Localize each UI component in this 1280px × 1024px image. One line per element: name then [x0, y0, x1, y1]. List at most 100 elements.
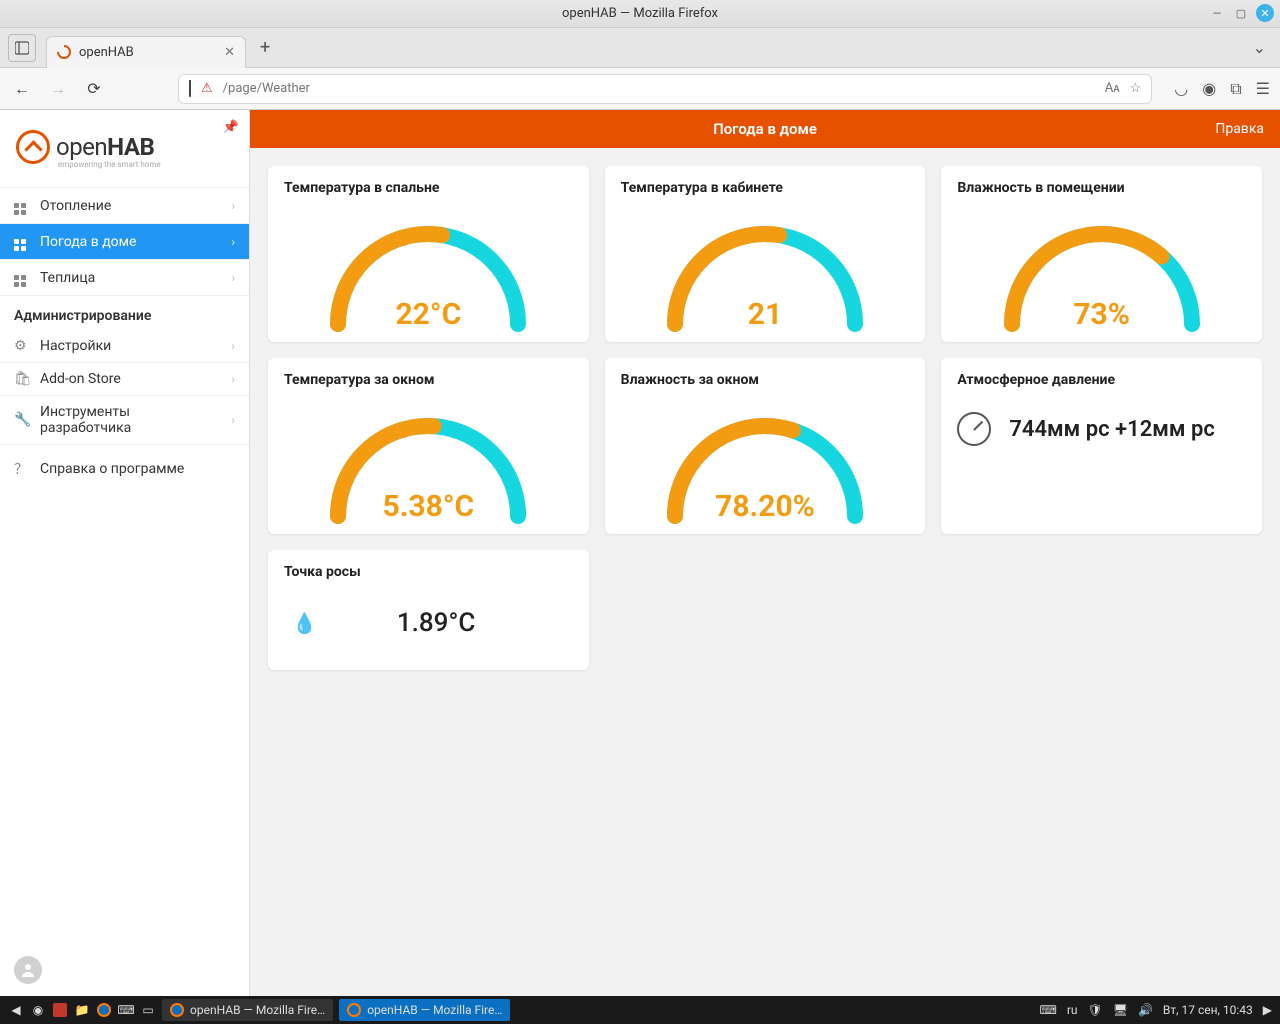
- sidebar-item-label: Отопление: [40, 198, 111, 214]
- shield-tray-icon[interactable]: 🛡: [1088, 1003, 1103, 1017]
- sidebar-item-addons[interactable]: 🛍 Add-on Store ›: [0, 363, 249, 396]
- sidebar-item-about[interactable]: ？ Справка о программе: [0, 451, 249, 487]
- gauge-value: 5.38°C: [308, 489, 548, 524]
- tab-close-button[interactable]: ✕: [224, 45, 235, 60]
- page-header: Погода в доме Правка: [250, 110, 1280, 148]
- card-pressure[interactable]: Атмосферное давление 744мм рс +12мм рс: [941, 358, 1262, 534]
- terminal-icon[interactable]: ⌨: [118, 1002, 134, 1018]
- back-button[interactable]: ←: [10, 79, 34, 99]
- taskbar-app-firefox-2[interactable]: openHAB — Mozilla Fire…: [339, 999, 510, 1021]
- files-icon[interactable]: 📁: [74, 1002, 90, 1018]
- sidebar-item-label: Справка о программе: [40, 461, 184, 477]
- yandex-icon[interactable]: [52, 1002, 68, 1018]
- chevron-right-icon: ›: [231, 413, 235, 427]
- sidebar-item-label: Теплица: [40, 270, 95, 286]
- browser-tab[interactable]: openHAB ✕: [46, 36, 246, 68]
- bookmark-star-icon[interactable]: ☆: [1130, 81, 1142, 96]
- card-title: Температура за окном: [284, 372, 573, 388]
- account-icon[interactable]: ◉: [1202, 79, 1216, 98]
- browser-tabstrip: openHAB ✕ + ⌄: [0, 28, 1280, 68]
- sidebar-section-admin: Администрирование: [0, 296, 249, 330]
- wrench-icon: 🔧: [14, 412, 30, 428]
- logo-block: 📌 openHAB empowering the smart home: [0, 110, 249, 188]
- gauge-value: 73%: [982, 297, 1222, 332]
- tab-title: openHAB: [79, 45, 134, 60]
- pressure-value: 744мм рс +12мм рс: [1009, 417, 1215, 442]
- window-title: openHAB — Mozilla Firefox: [562, 6, 718, 21]
- new-tab-button[interactable]: +: [260, 37, 270, 58]
- bag-icon: 🛍: [14, 371, 30, 387]
- card-outdoor-temp[interactable]: Температура за окном 5.38°C: [268, 358, 589, 534]
- gauge: 78.20%: [645, 396, 885, 526]
- extensions-icon[interactable]: ⧉: [1230, 79, 1241, 99]
- gauge-value: 78.20%: [645, 489, 885, 524]
- url-path: /page/Weather: [223, 81, 1095, 96]
- firefox-launcher-icon[interactable]: [96, 1002, 112, 1018]
- address-bar[interactable]: ⚠ /page/Weather 🗛 ☆: [178, 74, 1152, 104]
- gauge: 21: [645, 204, 885, 334]
- grid-icon: [14, 268, 30, 287]
- window-minimize-button[interactable]: —: [1208, 4, 1226, 22]
- translate-icon[interactable]: 🗛: [1105, 81, 1120, 96]
- main-panel: Погода в доме Правка Температура в спаль…: [250, 110, 1280, 996]
- sidebar-item-heating[interactable]: Отопление ›: [0, 188, 249, 224]
- sidebar-item-weather-home[interactable]: Погода в доме ›: [0, 224, 249, 260]
- sidebar-item-label: Add-on Store: [40, 371, 121, 387]
- cards-grid: Температура в спальне 22°C Температура в…: [250, 148, 1280, 688]
- card-title: Температура в спальне: [284, 180, 573, 196]
- gauge-value: 21: [645, 297, 885, 332]
- droplets-icon: 💧: [292, 611, 317, 635]
- firefox-icon: [170, 1003, 184, 1017]
- taskbar-app-firefox-1[interactable]: openHAB — Mozilla Fire…: [162, 999, 333, 1021]
- card-office-temp[interactable]: Температура в кабинете 21: [605, 166, 926, 342]
- keyboard-layout-icon[interactable]: ⌨: [1039, 1003, 1056, 1017]
- card-dewpoint[interactable]: Точка росы 💧 1.89°C: [268, 550, 589, 670]
- card-outdoor-humidity[interactable]: Влажность за окном 78.20%: [605, 358, 926, 534]
- window-close-button[interactable]: ✕: [1256, 4, 1274, 22]
- tabs-overflow-button[interactable]: ⌄: [1253, 38, 1266, 57]
- chevron-right-icon: ›: [231, 372, 235, 386]
- card-title: Влажность за окном: [621, 372, 910, 388]
- show-desktop-icon[interactable]: ▶: [1263, 1003, 1272, 1017]
- chevron-right-icon: ›: [231, 271, 235, 285]
- insecure-connection-icon[interactable]: ⚠: [201, 81, 213, 96]
- display-tray-icon[interactable]: 🖥: [1113, 1003, 1128, 1017]
- volume-tray-icon[interactable]: 🔊: [1138, 1003, 1153, 1017]
- user-avatar[interactable]: [0, 944, 249, 996]
- taskbar-clock[interactable]: Вт, 17 сен, 10:43: [1163, 1003, 1253, 1017]
- browser-sidebar-toggle[interactable]: [8, 34, 36, 62]
- edit-button[interactable]: Правка: [1215, 121, 1264, 137]
- sidebar-item-label: Инструменты разработчика: [40, 404, 221, 436]
- chevron-right-icon: ›: [231, 339, 235, 353]
- gear-icon: ⚙: [14, 338, 30, 354]
- app-menu-button[interactable]: ☰: [1256, 79, 1270, 98]
- reload-button[interactable]: ⟳: [82, 79, 106, 98]
- pin-sidebar-icon[interactable]: 📌: [223, 120, 239, 135]
- show-apps-icon[interactable]: ◀: [8, 1002, 24, 1018]
- sidebar-item-greenhouse[interactable]: Теплица ›: [0, 260, 249, 296]
- card-bedroom-temp[interactable]: Температура в спальне 22°C: [268, 166, 589, 342]
- dewpoint-value: 1.89°C: [397, 608, 475, 638]
- workspace-icon[interactable]: ▭: [140, 1002, 156, 1018]
- forward-button[interactable]: →: [46, 79, 70, 99]
- barometer-icon: [957, 412, 991, 446]
- sidebar-item-dev-tools[interactable]: 🔧 Инструменты разработчика ›: [0, 396, 249, 445]
- sidebar-item-settings[interactable]: ⚙ Настройки ›: [0, 330, 249, 363]
- keyboard-layout-label[interactable]: ru: [1067, 1003, 1078, 1017]
- window-maximize-button[interactable]: ▢: [1232, 4, 1250, 22]
- os-taskbar: ◀ ◉ 📁 ⌨ ▭ openHAB — Mozilla Fire… openHA…: [0, 996, 1280, 1024]
- tracking-protection-icon[interactable]: [189, 81, 191, 96]
- start-menu-icon[interactable]: ◉: [30, 1002, 46, 1018]
- sidebar-item-label: Настройки: [40, 338, 111, 354]
- logo-text: openHAB: [56, 133, 154, 161]
- chevron-right-icon: ›: [231, 235, 235, 249]
- pocket-icon[interactable]: ◡: [1174, 79, 1188, 98]
- taskbar-app-label: openHAB — Mozilla Fire…: [367, 1003, 502, 1017]
- taskbar-app-label: openHAB — Mozilla Fire…: [190, 1003, 325, 1017]
- card-indoor-humidity[interactable]: Влажность в помещении 73%: [941, 166, 1262, 342]
- tab-favicon: [54, 42, 74, 62]
- help-icon: ？: [14, 459, 30, 479]
- card-title: Атмосферное давление: [957, 372, 1246, 388]
- firefox-icon: [347, 1003, 361, 1017]
- chevron-right-icon: ›: [231, 199, 235, 213]
